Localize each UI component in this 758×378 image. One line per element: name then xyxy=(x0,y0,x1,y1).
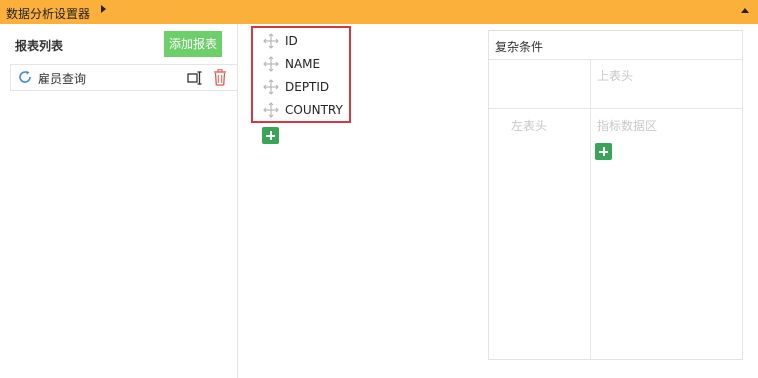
field-name: ID xyxy=(285,34,298,48)
add-report-button[interactable]: 添加报表 xyxy=(164,31,222,57)
top-header-dropzone[interactable]: 上表头 xyxy=(597,67,633,84)
move-icon[interactable] xyxy=(263,79,279,95)
rename-icon[interactable] xyxy=(187,70,203,86)
add-data-button[interactable] xyxy=(595,143,612,160)
divider xyxy=(489,59,742,60)
divider xyxy=(489,108,742,109)
add-field-button[interactable] xyxy=(262,127,279,144)
field-list: ID NAME DEPTID COUNTRY xyxy=(251,26,351,123)
left-header-dropzone[interactable]: 左表头 xyxy=(511,117,547,134)
field-name: DEPTID xyxy=(285,80,330,94)
caret-right-icon[interactable] xyxy=(101,5,106,13)
field-name: COUNTRY xyxy=(285,103,343,117)
complex-condition-panel: 复杂条件 上表头 左表头 指标数据区 xyxy=(488,30,743,360)
report-list-panel: 报表列表 添加报表 雇员查询 xyxy=(0,24,238,378)
move-icon[interactable] xyxy=(263,56,279,72)
complex-condition-heading: 复杂条件 xyxy=(495,40,544,54)
refresh-icon[interactable] xyxy=(17,69,33,85)
trash-icon[interactable] xyxy=(213,69,227,86)
report-item-label: 雇员查询 xyxy=(38,72,87,86)
divider xyxy=(590,59,591,359)
caret-up-icon[interactable] xyxy=(741,8,749,13)
data-area-dropzone[interactable]: 指标数据区 xyxy=(597,117,657,134)
move-icon[interactable] xyxy=(263,102,279,118)
title-bar: 数据分析设置器 xyxy=(0,0,758,24)
report-list-item[interactable]: 雇员查询 xyxy=(10,64,238,91)
window-title: 数据分析设置器 xyxy=(6,7,91,21)
report-list-heading: 报表列表 xyxy=(15,39,64,53)
move-icon[interactable] xyxy=(263,33,279,49)
field-name: NAME xyxy=(285,57,321,71)
